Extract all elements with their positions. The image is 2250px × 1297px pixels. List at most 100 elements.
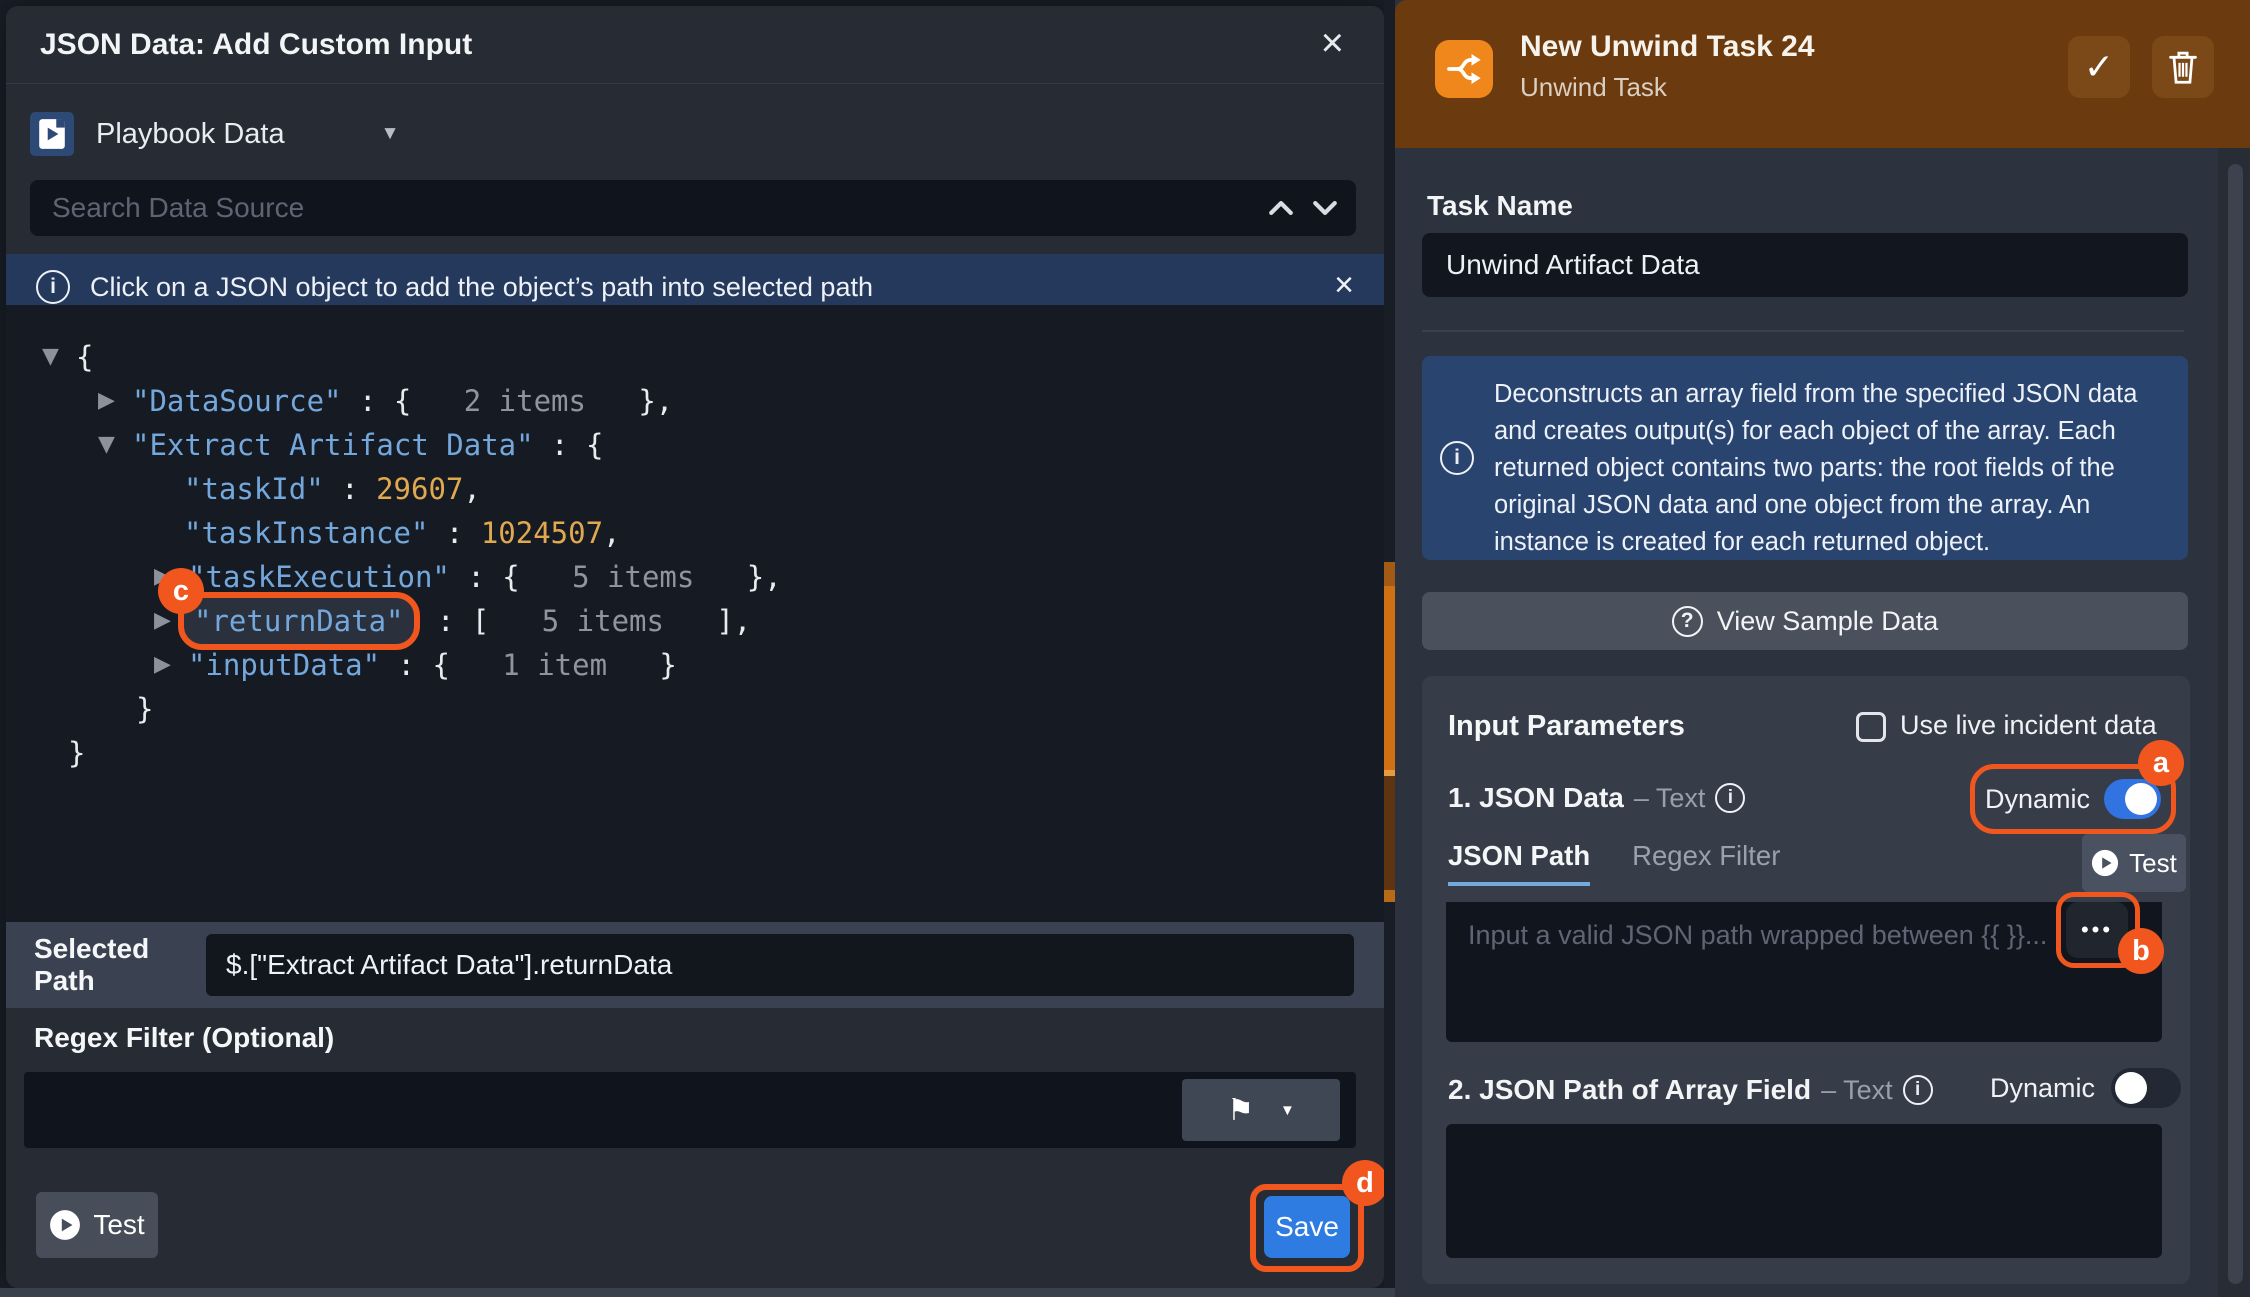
- param1-name: 1. JSON Data: [1448, 782, 1624, 814]
- json-token: ,: [603, 511, 620, 555]
- json-tree-row[interactable]: "taskId" : 29607,: [6, 467, 1384, 511]
- test-button[interactable]: Test: [36, 1192, 158, 1258]
- unwind-task-icon: [1435, 40, 1493, 98]
- param1-row: 1. JSON Data – Text i: [1448, 782, 1745, 814]
- background-node-sliver: [1384, 776, 1395, 890]
- chevron-down-icon: [1312, 195, 1338, 221]
- json-tree-row[interactable]: }: [6, 687, 1384, 731]
- modal-title: JSON Data: Add Custom Input: [40, 28, 472, 62]
- tab-regex-filter[interactable]: Regex Filter: [1632, 840, 1780, 882]
- json-tree-row[interactable]: ▶"DataSource" : { 2 items },: [6, 379, 1384, 423]
- annotation-badge-a: a: [2138, 740, 2184, 786]
- json-token: ,: [463, 467, 480, 511]
- json-token: ],: [664, 599, 751, 643]
- view-sample-data-button[interactable]: ? View Sample Data: [1422, 592, 2188, 650]
- collapse-triangle-icon[interactable]: ▼: [42, 335, 76, 379]
- json-token: 2 items: [411, 379, 586, 423]
- play-icon: [2091, 849, 2119, 877]
- banner-close-icon[interactable]: ×: [1334, 266, 1354, 305]
- json-key[interactable]: "returnData"c: [178, 592, 420, 650]
- expand-triangle-icon[interactable]: ▶: [154, 643, 188, 687]
- json-token: 1 item: [450, 643, 607, 687]
- hint-banner-text: Click on a JSON object to add the object…: [90, 272, 873, 303]
- annotation-badge-c: c: [158, 568, 204, 614]
- chevron-down-icon: ▼: [381, 123, 400, 145]
- annotation-badge-b: b: [2118, 928, 2164, 974]
- info-icon: i: [1715, 783, 1745, 813]
- flag-icon: ⚑: [1227, 1093, 1254, 1128]
- json-tree-row[interactable]: ▼"Extract Artifact Data" : {: [6, 423, 1384, 467]
- regex-filter-input[interactable]: [24, 1072, 1356, 1148]
- chevron-up-icon: [1268, 195, 1294, 221]
- page-background-strip: [0, 1288, 1395, 1297]
- selected-path-input[interactable]: [206, 934, 1354, 996]
- json-token: :: [324, 467, 376, 511]
- question-icon: ?: [1672, 606, 1703, 637]
- param2-textarea[interactable]: [1446, 1124, 2162, 1258]
- param2-type: – Text: [1821, 1075, 1893, 1106]
- task-description-text: Deconstructs an array field from the spe…: [1494, 376, 2166, 561]
- check-icon: ✓: [2084, 46, 2114, 88]
- modal-footer: Test Save d: [6, 1176, 1384, 1288]
- json-key[interactable]: "taskInstance": [184, 511, 428, 555]
- scrollbar-thumb[interactable]: [2228, 164, 2243, 1284]
- json-token: }: [607, 643, 677, 687]
- json-token: }: [68, 731, 85, 775]
- json-tree-row[interactable]: ▶"returnData"c : [ 5 items ],: [6, 599, 1384, 643]
- task-title: New Unwind Task 24: [1520, 30, 1815, 64]
- use-live-incident-data-checkbox[interactable]: [1856, 712, 1886, 742]
- save-button[interactable]: Save: [1264, 1196, 1350, 1258]
- param2-row: 2. JSON Path of Array Field – Text i: [1448, 1074, 1933, 1106]
- task-subtitle: Unwind Task: [1520, 72, 1667, 103]
- collapse-triangle-icon[interactable]: ▼: [98, 423, 132, 467]
- param2-dynamic-toggle[interactable]: [2111, 1068, 2181, 1108]
- background-node-sliver: [1384, 586, 1395, 770]
- task-description-box: i Deconstructs an array field from the s…: [1422, 356, 2188, 560]
- json-token: 29607: [376, 467, 463, 511]
- toggle-knob: [2115, 1072, 2147, 1104]
- toggle-knob: [2125, 783, 2157, 815]
- param1-json-path-textarea[interactable]: [1446, 902, 2162, 1042]
- param1-test-button[interactable]: Test: [2082, 834, 2186, 892]
- chevron-down-icon: ▼: [1280, 1102, 1295, 1119]
- ellipsis-icon: •••: [2081, 917, 2113, 943]
- source-selector-label: Playbook Data: [96, 118, 285, 151]
- regex-flags-dropdown[interactable]: ⚑ ▼: [1182, 1079, 1340, 1141]
- param2-dynamic-label: Dynamic: [1990, 1073, 2095, 1104]
- background-node-sliver: [1384, 890, 1395, 902]
- data-source-selector[interactable]: Playbook Data ▼: [30, 102, 1384, 166]
- param1-dynamic-toggle[interactable]: [2104, 779, 2161, 819]
- json-tree-row[interactable]: }: [6, 731, 1384, 775]
- json-key[interactable]: "DataSource": [132, 379, 342, 423]
- json-token: }: [136, 687, 153, 731]
- playbook-data-icon: [30, 112, 74, 156]
- canvas-gap: [1384, 0, 1395, 1297]
- input-parameters-heading: Input Parameters: [1448, 710, 1685, 743]
- json-token: },: [694, 555, 781, 599]
- tab-json-path[interactable]: JSON Path: [1448, 840, 1590, 886]
- task-name-input[interactable]: [1422, 233, 2188, 297]
- task-detail-panel: New Unwind Task 24 Unwind Task ✓ Task Na…: [1395, 0, 2250, 1297]
- json-token: : {: [534, 423, 604, 467]
- search-sort-chevrons[interactable]: [1268, 195, 1338, 221]
- json-key[interactable]: "Extract Artifact Data": [132, 423, 534, 467]
- close-icon[interactable]: ×: [1321, 20, 1344, 66]
- expand-triangle-icon[interactable]: ▶: [98, 379, 132, 423]
- json-key[interactable]: "taskId": [184, 467, 324, 511]
- search-wrap: [30, 180, 1360, 236]
- param1-type: – Text: [1634, 783, 1706, 814]
- json-tree-row[interactable]: ▼{: [6, 335, 1384, 379]
- confirm-button[interactable]: ✓: [2068, 36, 2130, 98]
- selected-path-label: Selected Path: [34, 933, 206, 997]
- input-parameters-card: Input Parameters Use live incident data …: [1422, 676, 2190, 1284]
- modal-header: JSON Data: Add Custom Input ×: [6, 6, 1384, 84]
- param2-name: 2. JSON Path of Array Field: [1448, 1074, 1811, 1106]
- param1-tabs: JSON Path Regex Filter: [1448, 840, 1780, 886]
- delete-button[interactable]: [2152, 36, 2214, 98]
- task-name-label: Task Name: [1427, 190, 1573, 222]
- search-input[interactable]: [30, 180, 1356, 236]
- json-token: :: [428, 511, 480, 555]
- background-node-sliver: [1384, 562, 1395, 586]
- json-tree-row[interactable]: "taskInstance" : 1024507,: [6, 511, 1384, 555]
- divider: [1422, 330, 2184, 332]
